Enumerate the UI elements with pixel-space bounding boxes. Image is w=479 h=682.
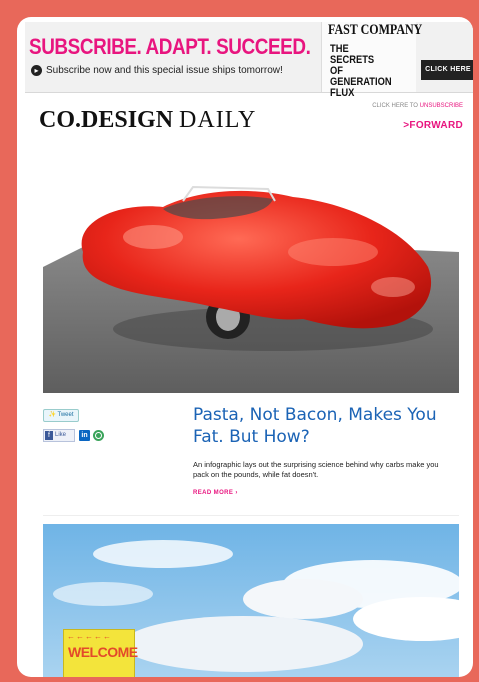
bird-icon: ✨ — [48, 412, 56, 418]
article-headline[interactable]: Pasta, Not Bacon, Makes You Fat. But How… — [193, 404, 463, 448]
hero-image-inflated-car[interactable] — [43, 157, 459, 393]
masthead-brand-light: DAILY — [179, 107, 257, 133]
stumbleupon-icon[interactable] — [93, 429, 104, 441]
banner-subtext-label: Subscribe now and this special issue shi… — [46, 65, 283, 76]
magazine-cover-text: THE SECRETS OF GENERATION FLUX — [330, 43, 392, 99]
tweet-button[interactable]: ✨ Tweet — [43, 409, 79, 422]
article-description: An infographic lays out the surprising s… — [193, 460, 439, 479]
magazine-brand: FAST COMPANY — [328, 22, 423, 38]
banner-subtext: ▸ Subscribe now and this special issue s… — [31, 65, 283, 76]
forward-link[interactable]: >FORWARD — [403, 120, 463, 131]
masthead-logo: CO.DESIGN DAILY — [39, 107, 256, 134]
read-more-link[interactable]: READ MORE › — [193, 490, 238, 496]
social-share-row: f Like in — [43, 428, 104, 442]
click-here-button[interactable]: CLICK HERE — [421, 60, 473, 80]
divider — [43, 515, 459, 516]
masthead-brand-bold: CO.DESIGN — [39, 107, 174, 133]
tweet-label: Tweet — [57, 412, 74, 418]
unsubscribe-link[interactable]: UNSUBSCRIBE — [420, 103, 463, 109]
unsubscribe-prefix: CLICK HERE TO — [372, 103, 420, 109]
magazine-cover: FAST COMPANY THE SECRETS OF GENERATION F… — [321, 22, 422, 99]
email-frame: SUBSCRIBE. ADAPT. SUCCEED. ▸ Subscribe n… — [17, 17, 473, 677]
arrow-right-icon: ▸ — [31, 65, 42, 76]
welcome-sign: ←←←←← WELCOME — [63, 629, 138, 677]
facebook-like-button[interactable]: f Like — [43, 428, 75, 442]
second-article-image[interactable]: ←←←←← WELCOME — [43, 524, 459, 677]
linkedin-icon[interactable]: in — [79, 429, 90, 441]
banner-headline: SUBSCRIBE. ADAPT. SUCCEED. — [29, 34, 311, 59]
like-label: Like — [55, 431, 67, 438]
unsubscribe-line: CLICK HERE TO UNSUBSCRIBE — [372, 103, 463, 109]
sign-text: WELCOME — [68, 644, 138, 660]
facebook-icon: f — [45, 430, 53, 440]
subscribe-banner[interactable]: SUBSCRIBE. ADAPT. SUCCEED. ▸ Subscribe n… — [25, 22, 473, 99]
sign-arrows: ←←←←← — [67, 632, 112, 641]
